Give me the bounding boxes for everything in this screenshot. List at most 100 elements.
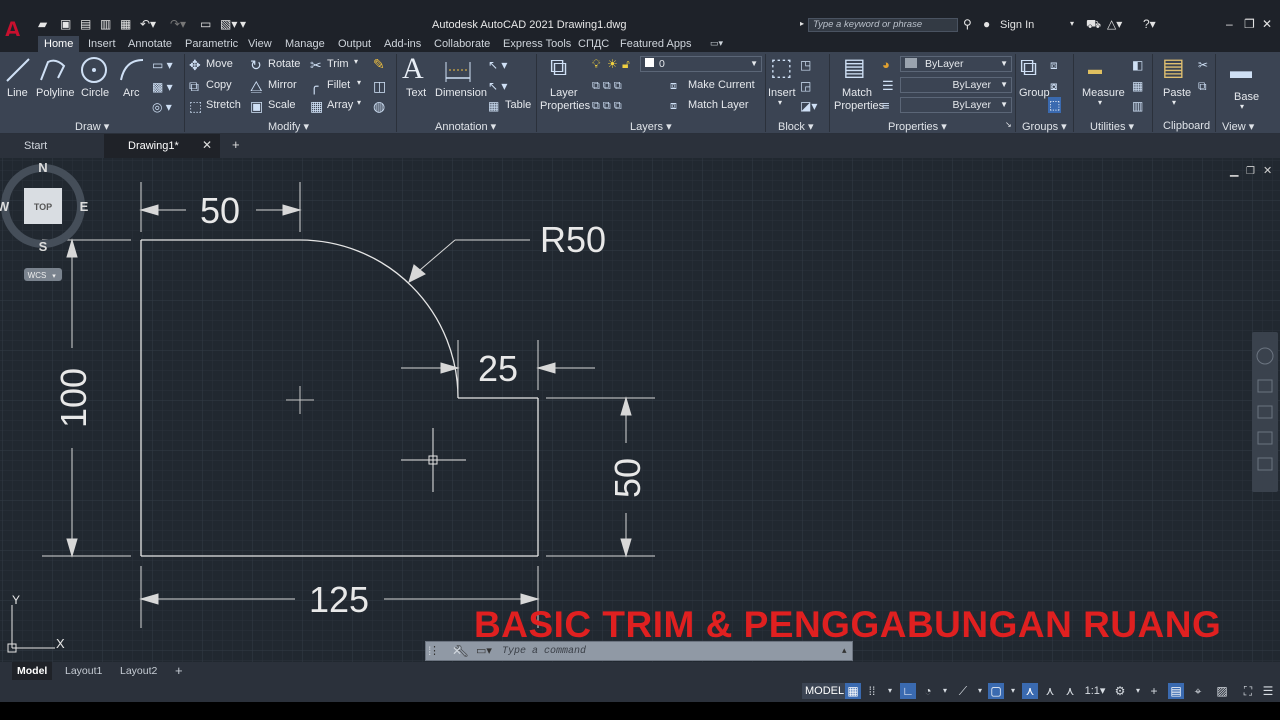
viewcube[interactable]: TOP N S E W WCS ▾	[0, 158, 90, 288]
tab-spds[interactable]: СПДС	[578, 38, 609, 50]
cut-icon[interactable]: ✂	[1198, 58, 1208, 72]
text-button[interactable]: Text	[406, 87, 426, 99]
user-icon[interactable]: ●	[983, 17, 990, 31]
compass-south[interactable]: S	[39, 239, 48, 254]
tab-collaborate[interactable]: Collaborate	[434, 38, 490, 50]
exchange-icon[interactable]: △▾	[1107, 17, 1122, 31]
tab-annotate[interactable]: Annotate	[128, 38, 172, 50]
layer-lock-icon[interactable]: 🔓︎	[622, 57, 630, 71]
compass-east[interactable]: E	[80, 199, 89, 214]
annotation-visibility-icon[interactable]: ⋏	[1022, 683, 1038, 699]
command-line-handle-icon[interactable]: ⁞	[428, 644, 431, 658]
dim-top-text[interactable]: 50	[200, 190, 240, 231]
layer-freeze-icon[interactable]: ☀	[607, 57, 618, 71]
circle-button[interactable]: Circle	[81, 87, 109, 99]
match-properties-label-2[interactable]: Properties	[834, 100, 884, 112]
trim-button[interactable]: Trim	[327, 58, 349, 70]
scale-button[interactable]: Scale	[268, 99, 296, 111]
save-as-icon[interactable]: ▤	[80, 17, 91, 31]
customization-icon[interactable]: ☰	[1260, 683, 1276, 699]
tab-layout1[interactable]: Layout1	[60, 662, 107, 680]
tab-model[interactable]: Model	[12, 662, 53, 680]
properties-panel-title[interactable]: Properties ▾	[888, 120, 947, 133]
trim-dropdown-icon[interactable]: ▾	[354, 57, 358, 66]
clean-screen-icon[interactable]: ⛶	[1240, 683, 1256, 699]
annotation-panel-title[interactable]: Annotation ▾	[435, 120, 496, 133]
dim-radius-text[interactable]: R50	[540, 219, 606, 260]
paste-button[interactable]: Paste	[1163, 87, 1191, 99]
create-block-icon[interactable]: ◳	[800, 58, 811, 72]
array-dropdown-icon[interactable]: ▾	[357, 98, 361, 107]
edit-block-icon[interactable]: ◲	[800, 79, 811, 93]
copy-button[interactable]: Copy	[206, 79, 232, 91]
make-current-button[interactable]: Make Current	[688, 79, 755, 91]
move-button[interactable]: Move	[206, 58, 233, 70]
stretch-button[interactable]: Stretch	[206, 99, 241, 111]
customize-quick-access-icon[interactable]: ▾	[240, 17, 246, 31]
print-icon[interactable]: ▦	[120, 17, 131, 31]
sign-in-dropdown-icon[interactable]: ▾	[1070, 17, 1074, 31]
array-button[interactable]: Array	[327, 99, 353, 111]
search-expand-icon[interactable]: ▸	[800, 17, 804, 31]
layer-tools-icon[interactable]: ⧉ ⧉ ⧉	[592, 79, 622, 93]
layer-dropdown[interactable]: 0 ▼	[640, 56, 762, 72]
viewport-close-icon[interactable]: ✕	[1263, 164, 1272, 177]
hatch-icon[interactable]: ▩ ▾	[152, 80, 173, 94]
polyline-icon[interactable]	[38, 56, 68, 84]
multileader-icon[interactable]: ↖ ▾	[488, 79, 507, 93]
boundary-icon[interactable]: ◎ ▾	[152, 100, 172, 114]
tab-home[interactable]: Home	[38, 36, 80, 52]
dim-notch-text[interactable]: 25	[478, 348, 518, 389]
hardware-acceleration-icon[interactable]: ▨	[1214, 683, 1230, 699]
isodraft-icon[interactable]: ⟋	[955, 683, 971, 699]
share-icon[interactable]: ▭	[200, 17, 211, 31]
group-button[interactable]: Group	[1019, 87, 1050, 99]
rectangle-icon[interactable]: ▭ ▾	[152, 58, 173, 72]
snap-icon[interactable]: ⁞⁞	[864, 683, 880, 699]
layer-properties-label-1[interactable]: Layer	[550, 87, 578, 99]
ribbon-minimize-icon[interactable]: ▭▾	[710, 38, 723, 49]
linetype-dropdown[interactable]: ByLayer ▼	[900, 77, 1012, 93]
group-edit-icon[interactable]: ⧇	[1050, 79, 1058, 93]
annotation-monitor-icon[interactable]: +	[1146, 683, 1162, 699]
mirror-button[interactable]: Mirror	[268, 79, 297, 91]
quick-select-icon[interactable]: ◧	[1132, 58, 1143, 72]
copy-clip-icon[interactable]: ⧉	[1198, 79, 1207, 93]
layer-properties-label-2[interactable]: Properties	[540, 100, 590, 112]
close-tab-icon[interactable]: ✕	[202, 138, 212, 152]
compass-north[interactable]: N	[38, 160, 47, 175]
tab-featured-apps[interactable]: Featured Apps	[620, 38, 692, 50]
tab-add-ins[interactable]: Add-ins	[384, 38, 421, 50]
fillet-dropdown-icon[interactable]: ▾	[357, 78, 361, 87]
restore-window-icon[interactable]: ❐	[1244, 17, 1255, 31]
workspace-dropdown-icon[interactable]: ▾	[1130, 683, 1146, 699]
match-layer-button[interactable]: Match Layer	[688, 99, 749, 111]
measure-button[interactable]: Measure	[1082, 87, 1125, 99]
tab-view[interactable]: View	[248, 38, 272, 50]
drawing-canvas[interactable]: ▁ ❐ ✕ 50 R50 25 100 50 125 Y X TOP N S E…	[0, 158, 1280, 662]
snap-dropdown-icon[interactable]: ▾	[882, 683, 898, 699]
ortho-icon[interactable]: ∟	[900, 683, 916, 699]
base-button[interactable]: Base	[1234, 91, 1259, 103]
viewcube-face-label[interactable]: TOP	[34, 202, 52, 212]
search-icon[interactable]: ⚲	[963, 17, 972, 31]
arc-icon[interactable]	[117, 56, 147, 84]
utilities-panel-title[interactable]: Utilities ▾	[1090, 120, 1134, 133]
search-input[interactable]: Type a keyword or phrase	[808, 18, 958, 32]
clipboard-panel-title[interactable]: Clipboard	[1163, 120, 1210, 132]
line-button[interactable]: Line	[7, 87, 28, 99]
isodraft-dropdown-icon[interactable]: ▾	[972, 683, 988, 699]
polar-icon[interactable]: ◔	[920, 683, 936, 699]
dim-right-text[interactable]: 50	[607, 458, 648, 498]
osnap-dropdown-icon[interactable]: ▾	[1005, 683, 1021, 699]
block-attributes-icon[interactable]: ◪▾	[800, 99, 817, 113]
leader-icon[interactable]: ↖ ▾	[488, 58, 507, 72]
new-layout-icon[interactable]: +	[170, 662, 188, 680]
erase-icon[interactable]: ✎	[373, 57, 385, 71]
draw-panel-title[interactable]: Draw ▾	[75, 120, 109, 133]
tab-layout2[interactable]: Layout2	[115, 662, 162, 680]
block-panel-title[interactable]: Block ▾	[778, 120, 813, 133]
groups-panel-title[interactable]: Groups ▾	[1022, 120, 1067, 133]
tab-insert[interactable]: Insert	[88, 38, 116, 50]
fillet-button[interactable]: Fillet	[327, 79, 350, 91]
